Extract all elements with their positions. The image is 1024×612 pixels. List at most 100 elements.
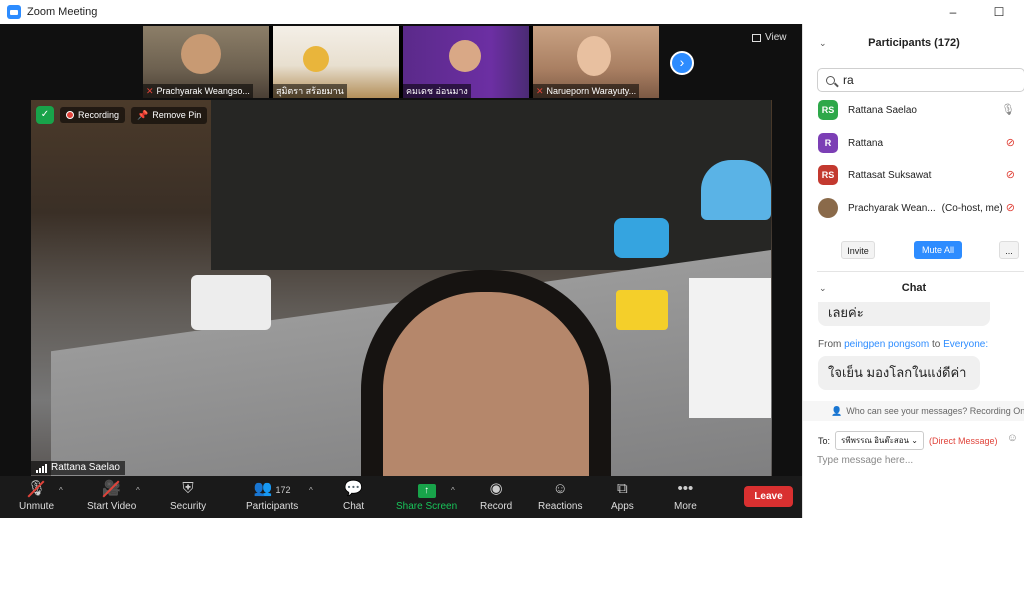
share-screen-button[interactable]: ↑ Share Screen <box>396 480 457 512</box>
audio-options-caret[interactable]: ^ <box>59 486 63 495</box>
participants-options-caret[interactable]: ^ <box>309 486 313 495</box>
kettle <box>191 275 271 330</box>
thumbnail-video[interactable]: ✕ Prachyarak Weangso... <box>143 26 269 98</box>
avatar: RS <box>818 100 838 120</box>
chat-button[interactable]: 💬 Chat <box>343 480 364 512</box>
thumbnail-name: คมเดช อ่อนมาง <box>406 86 468 96</box>
participant-row[interactable]: RS Rattana Saelao 🎙 <box>818 99 1023 121</box>
minimize-button[interactable]: – <box>930 0 976 24</box>
participants-button[interactable]: 👥 172 Participants <box>246 480 298 512</box>
pin-icon: 📌 <box>137 109 149 120</box>
cup <box>614 218 669 258</box>
security-button[interactable]: ⛨ Security <box>170 480 206 512</box>
participant-face <box>181 34 221 74</box>
emoji-icon[interactable]: ☺ <box>1007 432 1018 444</box>
grid-icon <box>752 33 761 42</box>
thumbnail-name: Prachyarak Weangso... <box>156 86 250 96</box>
title-bar: Zoom Meeting – ☐ <box>0 0 1024 24</box>
people-icon: 👤 <box>831 406 843 416</box>
ellipsis-icon: ••• <box>677 480 694 497</box>
participant-face <box>577 36 611 76</box>
zoom-logo-icon <box>7 5 21 19</box>
speaker-name: Rattana Saelao <box>51 462 120 473</box>
share-options-caret[interactable]: ^ <box>451 486 455 495</box>
remove-pin-label: Remove Pin <box>152 110 202 120</box>
chat-message-bubble: ใจเย็น มองโลกในแง่ดีค่า <box>818 356 980 390</box>
toy-bear <box>303 46 329 72</box>
video-options-caret[interactable]: ^ <box>136 486 140 495</box>
to-label: To: <box>818 435 831 446</box>
side-panel: ⌄ Participants (172) ra RS Rattana Saela… <box>802 24 1024 518</box>
next-page-button[interactable]: › <box>670 51 694 75</box>
leave-button[interactable]: Leave <box>744 486 793 507</box>
thumbnail-name: สุมิตรา สร้อยมาน <box>276 86 344 96</box>
more-button[interactable]: ••• More <box>674 480 697 512</box>
participant-name: Prachyarak Wean... <box>848 202 936 214</box>
divider <box>817 271 1024 272</box>
share-screen-icon: ↑ <box>417 480 436 498</box>
participant-row[interactable]: RS Rattasat Suksawat ⊘ <box>818 164 1023 186</box>
record-button[interactable]: ◉ Record <box>480 480 512 512</box>
recipient-link[interactable]: Everyone: <box>943 339 988 350</box>
signal-bars-icon <box>36 463 47 473</box>
avatar <box>818 198 838 218</box>
recipient-select[interactable]: รพีพรรณ อินต๊ะสอน ⌄ <box>835 431 924 450</box>
ceiling <box>211 100 771 270</box>
participant-face <box>449 40 481 72</box>
paper <box>689 278 771 418</box>
thumbnail-video[interactable]: สุมิตรา สร้อยมาน <box>273 26 399 98</box>
zoom-window: Zoom Meeting – ☐ ✕ Prachyarak Weangso... … <box>0 0 1024 518</box>
thumbnail-name: Narueporn Warayuty... <box>546 86 637 96</box>
participant-name: Rattasat Suksawat <box>848 169 932 181</box>
thumbnail-video[interactable]: คมเดช อ่อนมาง <box>403 26 529 98</box>
participants-icon: 👥 172 <box>253 480 291 497</box>
view-button[interactable]: View <box>752 32 787 43</box>
participant-name: Rattana <box>848 137 884 149</box>
record-dot-icon <box>66 111 74 119</box>
pinned-video <box>31 100 772 476</box>
more-options-button[interactable]: ... <box>999 241 1019 259</box>
recording-badge: Recording <box>60 107 126 123</box>
participant-row[interactable]: R Rattana ⊘ <box>818 132 1023 154</box>
view-label: View <box>765 32 787 43</box>
chat-title: Chat <box>901 282 927 294</box>
start-video-button[interactable]: 🎥 Start Video <box>87 480 136 512</box>
participant-role: (Co-host, me) <box>941 202 1003 214</box>
chat-recipient-row: To: รพีพรรณ อินต๊ะสอน ⌄ (Direct Message) <box>818 431 997 450</box>
avatar: RS <box>818 165 838 185</box>
mic-muted-icon[interactable]: ⊘ <box>1006 136 1015 149</box>
mic-muted-icon[interactable]: ⊘ <box>1006 168 1015 181</box>
participant-row[interactable]: Prachyarak Wean... (Co-host, me) ⊘ <box>818 197 1023 219</box>
search-value: ra <box>843 73 854 87</box>
shield-icon: ⛨ <box>182 480 194 497</box>
container <box>701 160 771 220</box>
speaker-label: Rattana Saelao <box>31 461 125 475</box>
thumbnail-strip: ✕ Prachyarak Weangso... สุมิตรา สร้อยมาน … <box>143 26 659 98</box>
mic-icon[interactable]: 🎙 <box>1001 103 1015 116</box>
avatar: R <box>818 133 838 153</box>
invite-button[interactable]: Invite <box>841 241 875 259</box>
unmute-button[interactable]: 🎙 Unmute <box>19 480 54 512</box>
video-badges: ✓ Recording 📌 Remove Pin <box>36 106 208 124</box>
direct-message-label: (Direct Message) <box>928 435 998 446</box>
reactions-button[interactable]: ☺ Reactions <box>538 480 582 512</box>
thumbnail-video[interactable]: ✕ Narueporn Warayuty... <box>533 26 659 98</box>
mic-muted-icon: 🎙 <box>26 480 47 497</box>
remove-pin-button[interactable]: 📌 Remove Pin <box>131 106 208 124</box>
participant-search-input[interactable]: ra <box>817 68 1024 92</box>
chat-message-bubble: เลยค่ะ <box>818 302 990 326</box>
mic-muted-icon[interactable]: ⊘ <box>1006 201 1015 214</box>
sender-link[interactable]: peingpen pongsom <box>844 339 929 350</box>
apps-button[interactable]: ⧉ Apps <box>611 480 634 512</box>
mic-muted-icon: ✕ <box>536 86 544 96</box>
window-title: Zoom Meeting <box>27 6 98 18</box>
mute-all-button[interactable]: Mute All <box>914 241 962 259</box>
chat-message-input[interactable]: Type message here... <box>817 455 913 466</box>
mic-muted-icon: ✕ <box>146 86 154 96</box>
chat-visibility-notice[interactable]: 👤 Who can see your messages? Recording On <box>803 401 1024 421</box>
meeting-toolbar: 🎙 Unmute ^ 🎥 Start Video ^ ⛨ Security 👥 1… <box>0 476 802 518</box>
maximize-button[interactable]: ☐ <box>976 0 1022 24</box>
video-off-icon: 🎥 <box>102 480 121 497</box>
smiley-icon: ☺ <box>552 480 568 497</box>
encryption-shield-icon[interactable]: ✓ <box>36 106 54 124</box>
